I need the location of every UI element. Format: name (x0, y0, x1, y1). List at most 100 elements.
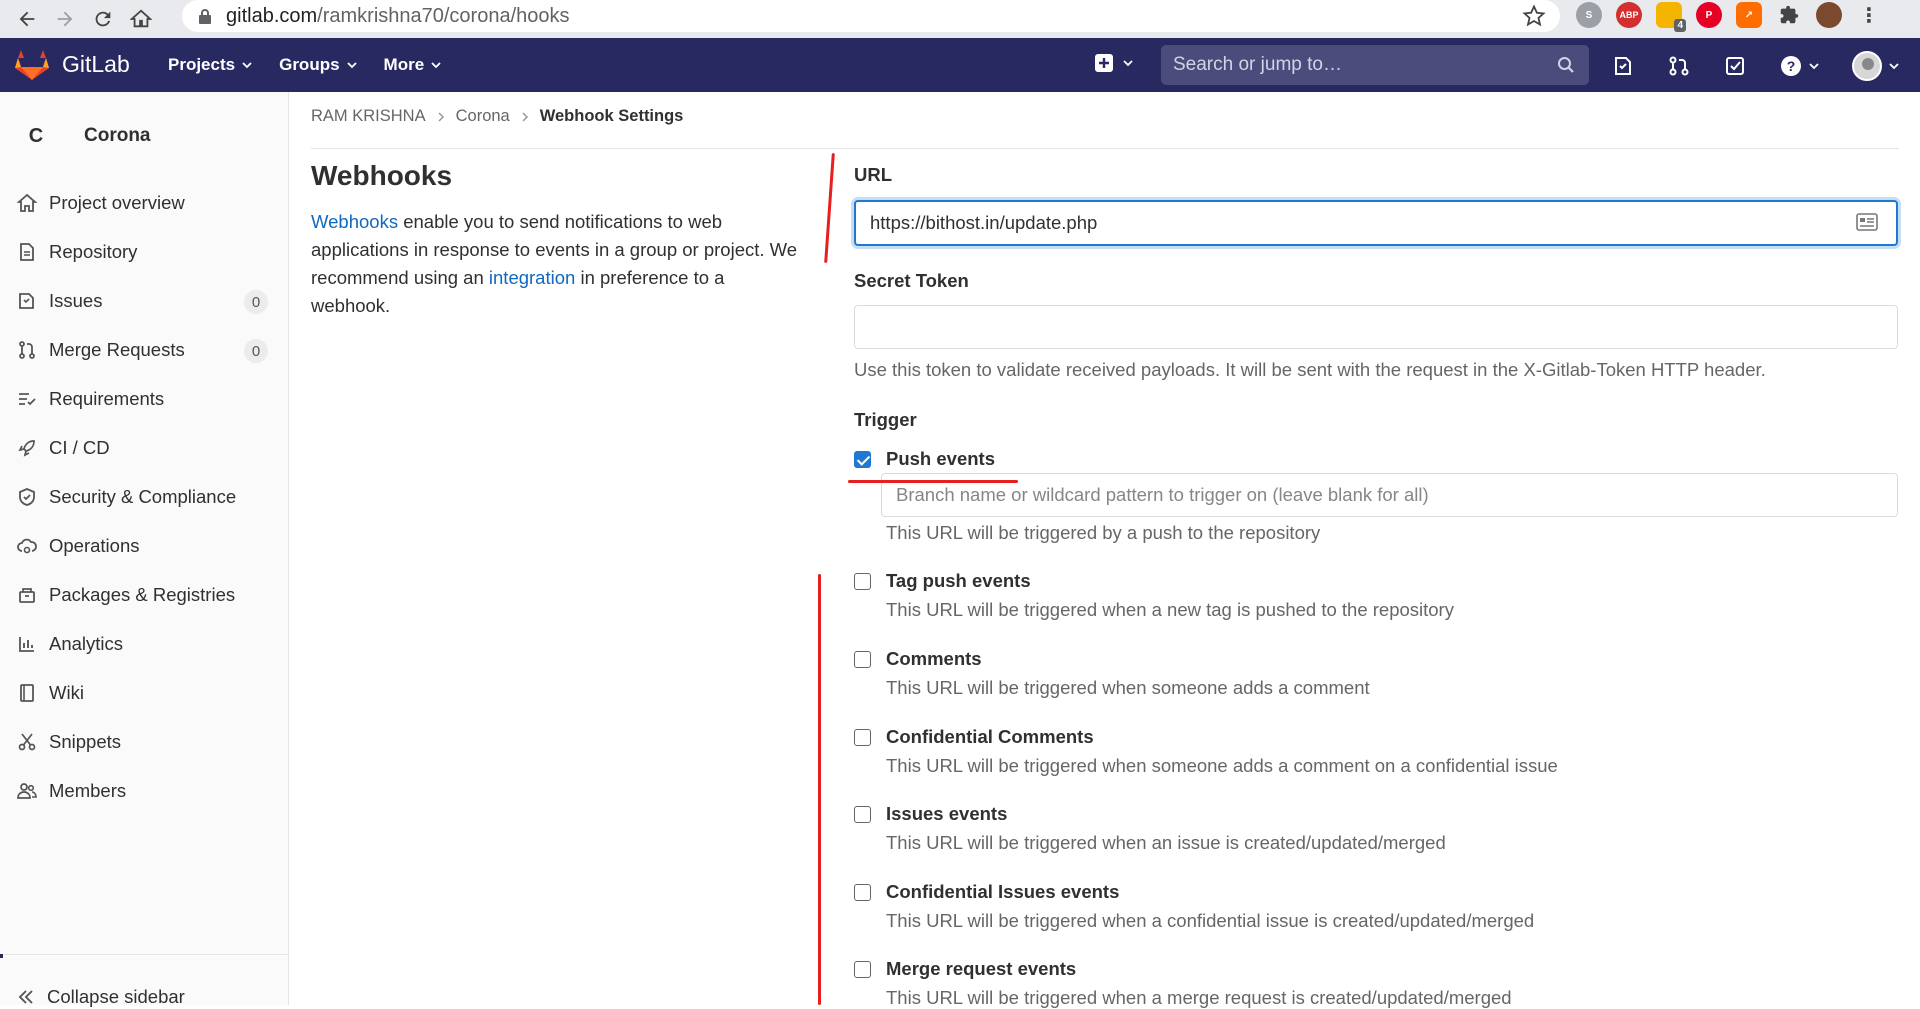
double-chevron-left-icon (18, 990, 33, 1004)
gitlab-brand[interactable]: GitLab (62, 51, 130, 78)
chevron-down-icon (1809, 63, 1819, 70)
trend-extension-icon[interactable]: ↗ (1736, 2, 1762, 28)
bookmark-star-icon[interactable] (1522, 4, 1546, 28)
back-button[interactable] (12, 4, 42, 34)
help-question-icon: ? (1781, 56, 1801, 76)
adblock-extension-icon[interactable]: ABP (1616, 2, 1642, 28)
breadcrumb-divider (311, 148, 1899, 149)
top-icons: ? (1610, 51, 1900, 81)
user-menu[interactable] (1852, 51, 1900, 81)
todos-nav-button[interactable] (1722, 53, 1748, 79)
chevron-down-icon (1889, 63, 1899, 70)
project-name: Corona (84, 125, 151, 146)
sidebar-item-analytics[interactable]: Analytics (16, 624, 274, 664)
secret-token-input[interactable] (854, 305, 1898, 349)
groups-menu[interactable]: Groups (279, 55, 357, 75)
sidebar-item-operations[interactable]: Operations (16, 526, 274, 566)
merge-request-events-label[interactable]: Merge request events (886, 958, 1076, 980)
annotation-line-url (824, 153, 835, 263)
chevron-down-icon (1123, 60, 1133, 67)
confidential-comments-help: This URL will be triggered when someone … (886, 755, 1558, 776)
forward-button[interactable] (50, 4, 80, 34)
address-bar[interactable]: gitlab.com/ramkrishna70/corona/hooks (182, 0, 1560, 32)
confidential-issues-events-label[interactable]: Confidential Issues events (886, 881, 1119, 903)
tag-push-events-checkbox[interactable] (854, 573, 871, 590)
home-icon (130, 9, 152, 28)
sidebar-item-label: Members (49, 780, 127, 801)
reload-icon (95, 11, 111, 27)
confidential-comments-label[interactable]: Confidential Comments (886, 726, 1094, 748)
gitlab-logo-icon[interactable] (14, 49, 50, 81)
webhooks-link[interactable]: Webhooks (311, 211, 398, 232)
sidebar-item-label: Wiki (49, 682, 84, 703)
sidebar-item-members[interactable]: Members (16, 771, 274, 811)
home-button[interactable] (126, 4, 156, 34)
integration-link[interactable]: integration (489, 267, 575, 288)
chevron-down-icon (346, 62, 357, 69)
url-input[interactable] (854, 200, 1898, 246)
shield-icon (16, 486, 38, 508)
push-events-checkbox[interactable] (854, 451, 871, 468)
push-events-label[interactable]: Push events (886, 448, 995, 470)
project-sidebar: C Corona Project overview Repository Iss… (0, 92, 289, 1007)
merge-request-icon (16, 339, 38, 361)
sidebar-item-packages[interactable]: Packages & Registries (16, 575, 274, 615)
confidential-issues-events-checkbox[interactable] (854, 884, 871, 901)
comments-checkbox[interactable] (854, 651, 871, 668)
comments-label[interactable]: Comments (886, 648, 982, 670)
users-icon (16, 780, 38, 802)
groups-menu-label: Groups (279, 55, 340, 74)
new-item-menu[interactable] (1094, 53, 1134, 73)
sidebar-accent (0, 954, 3, 958)
projects-menu-label: Projects (168, 55, 236, 74)
comments-help: This URL will be triggered when someone … (886, 677, 1370, 698)
pinterest-extension-icon[interactable]: P (1696, 2, 1722, 28)
branch-filter-input[interactable] (881, 473, 1898, 517)
arrow-right-icon (57, 11, 73, 27)
issues-icon (1615, 57, 1631, 75)
confidential-comments-checkbox[interactable] (854, 729, 871, 746)
skype-extension-icon[interactable]: S (1576, 2, 1602, 28)
project-header[interactable]: C Corona (16, 116, 151, 156)
sidebar-item-wiki[interactable]: Wiki (16, 673, 274, 713)
sidebar-item-label: Operations (49, 535, 140, 556)
sidebar-item-project-overview[interactable]: Project overview (16, 183, 274, 223)
search-input[interactable] (1173, 54, 1543, 76)
sidebar-item-merge-requests[interactable]: Merge Requests 0 (16, 330, 274, 370)
top-menu: Projects Groups More (168, 38, 442, 92)
sidebar-item-ci-cd[interactable]: CI / CD (16, 428, 274, 468)
reload-button[interactable] (88, 4, 118, 34)
push-events-help: This URL will be triggered by a push to … (886, 522, 1321, 543)
puzzle-extensions-icon[interactable] (1776, 2, 1802, 28)
sidebar-item-issues[interactable]: Issues 0 (16, 281, 274, 321)
issues-events-checkbox[interactable] (854, 806, 871, 823)
sidebar-item-security[interactable]: Security & Compliance (16, 477, 274, 517)
breadcrumb-project[interactable]: Corona (456, 107, 510, 126)
merge-request-events-checkbox[interactable] (854, 961, 871, 978)
sidebar-item-label: Snippets (49, 731, 121, 752)
merge-requests-nav-button[interactable] (1666, 53, 1692, 79)
annotation-underline-push (848, 480, 1018, 483)
notes-extension-icon[interactable]: 4 (1656, 2, 1686, 32)
chevron-right-icon (438, 111, 444, 122)
settings-description: Webhooks enable you to send notification… (311, 208, 801, 320)
sidebar-item-repository[interactable]: Repository (16, 232, 274, 272)
projects-menu[interactable]: Projects (168, 55, 253, 75)
more-menu[interactable]: More (384, 55, 443, 75)
profile-avatar-icon[interactable] (1816, 2, 1842, 28)
extensions-area: S ABP 4 P ↗ ⋮ (1576, 2, 1882, 32)
sidebar-item-requirements[interactable]: Requirements (16, 379, 274, 419)
merge-request-icon (1669, 56, 1689, 76)
breadcrumb-owner[interactable]: RAM KRISHNA (311, 107, 426, 126)
browser-menu-icon[interactable]: ⋮ (1856, 2, 1882, 28)
scissors-icon (16, 731, 38, 753)
browser-toolbar: gitlab.com/ramkrishna70/corona/hooks S A… (0, 0, 1920, 38)
autofill-card-icon[interactable] (1856, 213, 1878, 231)
svg-text:?: ? (1787, 58, 1796, 74)
issues-nav-button[interactable] (1610, 53, 1636, 79)
help-menu[interactable]: ? (1778, 53, 1822, 79)
tag-push-events-label[interactable]: Tag push events (886, 570, 1031, 592)
sidebar-item-snippets[interactable]: Snippets (16, 722, 274, 762)
issues-events-label[interactable]: Issues events (886, 803, 1007, 825)
breadcrumb-current[interactable]: Webhook Settings (540, 107, 684, 126)
